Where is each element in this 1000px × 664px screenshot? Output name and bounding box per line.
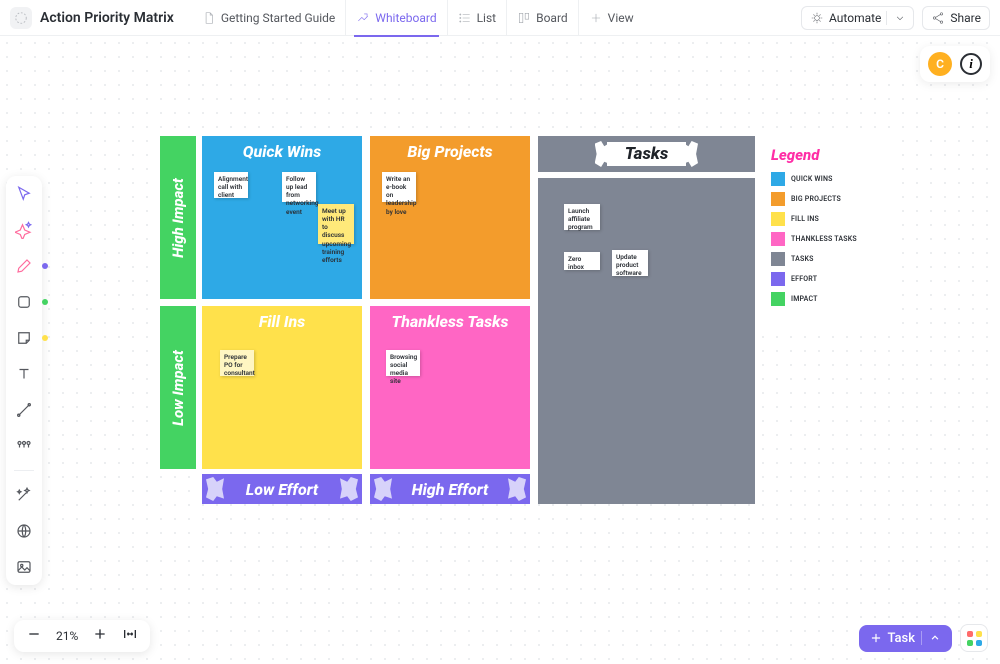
legend-label: BIG PROJECTS: [791, 195, 841, 203]
sticky-note[interactable]: Prepare PO for consultant: [220, 350, 254, 376]
avatar[interactable]: C: [928, 52, 952, 76]
workspace-icon[interactable]: [10, 7, 32, 29]
axis-high-impact: High Impact: [160, 136, 196, 299]
tab-getting-started[interactable]: Getting Started Guide: [192, 0, 346, 36]
legend-row: TASKS: [771, 252, 887, 266]
axis-low-impact: Low Impact: [160, 306, 196, 469]
legend-swatch: [771, 212, 785, 226]
sticky-note[interactable]: Browsing social media site: [386, 350, 420, 376]
sticky-note[interactable]: Meet up with HR to discuss upcoming trai…: [318, 204, 354, 244]
ai-tool-icon[interactable]: [12, 218, 36, 242]
sticky-note[interactable]: Launch affiliate program: [564, 204, 600, 230]
axis-label: Low Effort: [246, 480, 318, 499]
plus-icon: [869, 631, 883, 645]
legend-swatch: [771, 172, 785, 186]
tab-board[interactable]: Board: [507, 0, 579, 36]
connector-tool-icon[interactable]: [12, 398, 36, 422]
legend-swatch: [771, 232, 785, 246]
new-task-button[interactable]: Task: [859, 625, 952, 652]
info-icon[interactable]: i: [960, 53, 982, 75]
axis-label: High Effort: [412, 480, 489, 499]
quadrant-big-projects[interactable]: Big Projects Write an e-book on leadersh…: [370, 136, 530, 299]
quadrant-thankless[interactable]: Thankless Tasks Browsing social media si…: [370, 306, 530, 469]
share-button[interactable]: Share: [922, 6, 990, 30]
legend-row: FILL INS: [771, 212, 887, 226]
legend-swatch: [771, 192, 785, 206]
legend-label: IMPACT: [791, 295, 818, 303]
tasks-header: Tasks: [538, 136, 755, 172]
view-tabs: Getting Started Guide Whiteboard List Bo…: [192, 0, 644, 36]
whiteboard-canvas[interactable]: C i: [0, 36, 1000, 664]
tab-label: Whiteboard: [375, 11, 436, 25]
legend-panel: Legend QUICK WINS BIG PROJECTS FILL INS THA…: [761, 136, 897, 324]
share-label: Share: [950, 11, 981, 25]
tab-add-view[interactable]: View: [579, 0, 644, 36]
zoom-controls: 21%: [14, 620, 150, 652]
whiteboard-toolbar: [6, 176, 42, 585]
pen-tool-icon[interactable]: [12, 254, 36, 278]
image-tool-icon[interactable]: [12, 555, 36, 579]
topbar: Action Priority Matrix Getting Started G…: [0, 0, 1000, 36]
tab-label: List: [477, 11, 497, 25]
tab-label: View: [608, 11, 634, 25]
magic-tool-icon[interactable]: [12, 483, 36, 507]
topbar-right: Automate Share: [801, 6, 990, 30]
fit-width-icon[interactable]: [122, 626, 138, 646]
tasks-header-label: Tasks: [607, 142, 687, 166]
quadrant-fill-ins[interactable]: Fill Ins Prepare PO for consultant: [202, 306, 362, 469]
chevron-down-icon[interactable]: [886, 11, 913, 25]
legend-title: Legend: [771, 146, 887, 164]
legend-label: TASKS: [791, 255, 814, 263]
zoom-value[interactable]: 21%: [56, 629, 78, 643]
legend-label: EFFORT: [791, 275, 817, 283]
legend-row: IMPACT: [771, 292, 887, 306]
tasks-container[interactable]: Launch affiliate program Zero inbox Upda…: [538, 178, 755, 504]
select-tool-icon[interactable]: [12, 182, 36, 206]
legend-swatch: [771, 252, 785, 266]
quadrant-title: Quick Wins: [202, 136, 362, 161]
quadrant-title: Big Projects: [370, 136, 530, 161]
chevron-up-icon[interactable]: [921, 631, 948, 645]
task-button-label: Task: [883, 631, 921, 646]
axis-label: High Impact: [169, 178, 187, 258]
more-shapes-tool-icon[interactable]: [12, 434, 36, 458]
legend-row: QUICK WINS: [771, 172, 887, 186]
legend-row: BIG PROJECTS: [771, 192, 887, 206]
toolbar-separator: [14, 470, 34, 471]
sticky-note[interactable]: Follow up lead from networking event: [282, 172, 316, 202]
automate-label: Automate: [829, 11, 881, 25]
web-tool-icon[interactable]: [12, 519, 36, 543]
bottom-right-controls: Task: [859, 624, 988, 652]
sticky-note[interactable]: Update product software: [612, 250, 648, 276]
automate-button[interactable]: Automate: [801, 6, 914, 30]
shape-tool-icon[interactable]: [12, 290, 36, 314]
apps-icon[interactable]: [960, 624, 988, 652]
tab-list[interactable]: List: [448, 0, 508, 36]
legend-label: QUICK WINS: [791, 175, 833, 183]
sticky-tool-icon[interactable]: [12, 326, 36, 350]
zoom-in-icon[interactable]: [92, 626, 108, 646]
quadrant-title: Fill Ins: [202, 306, 362, 331]
sticky-note[interactable]: Zero inbox: [564, 252, 600, 270]
doc-title[interactable]: Action Priority Matrix: [40, 10, 174, 26]
legend-row: THANKLESS TASKS: [771, 232, 887, 246]
text-tool-icon[interactable]: [12, 362, 36, 386]
legend-label: FILL INS: [791, 215, 819, 223]
zoom-out-icon[interactable]: [26, 626, 42, 646]
axis-low-effort: Low Effort: [202, 474, 362, 504]
tab-label: Getting Started Guide: [221, 11, 335, 25]
tab-label: Board: [536, 11, 568, 25]
collaborator-panel: C i: [920, 46, 990, 82]
legend-swatch: [771, 292, 785, 306]
sticky-note[interactable]: Alignment call with client: [214, 172, 248, 198]
legend-row: EFFORT: [771, 272, 887, 286]
legend-label: THANKLESS TASKS: [791, 235, 857, 243]
tab-whiteboard[interactable]: Whiteboard: [346, 0, 447, 36]
quadrant-quick-wins[interactable]: Quick Wins Alignment call with client Fo…: [202, 136, 362, 299]
sticky-note[interactable]: Write an e-book on leadership by love: [382, 172, 416, 202]
axis-high-effort: High Effort: [370, 474, 530, 504]
axis-label: Low Impact: [169, 350, 187, 426]
quadrant-title: Thankless Tasks: [370, 306, 530, 331]
legend-swatch: [771, 272, 785, 286]
